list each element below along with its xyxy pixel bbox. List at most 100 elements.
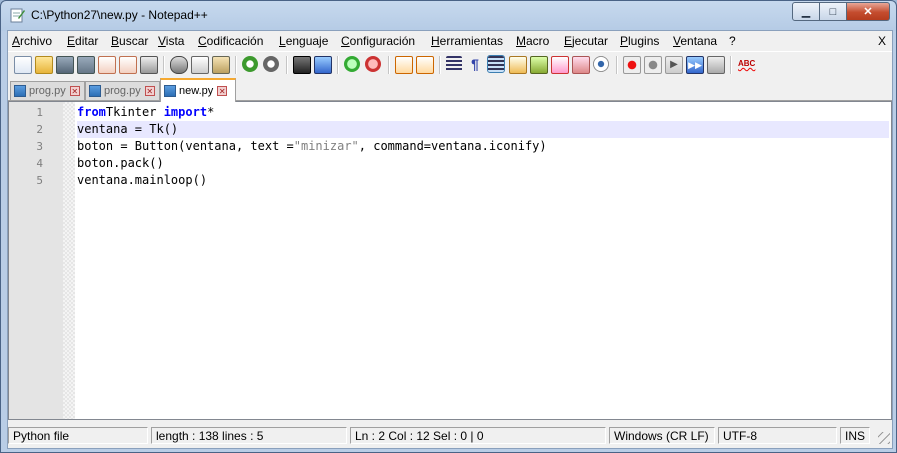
status-file-type: Python file: [8, 427, 148, 444]
title-bar[interactable]: C:\Python27\new.py - Notepad++ ▁ □ ✕: [1, 1, 896, 29]
save-all-icon[interactable]: [77, 56, 95, 74]
code-line[interactable]: ventana.mainloop(): [77, 172, 889, 189]
play-macro-icon[interactable]: ▶: [665, 56, 683, 74]
file-icon: [164, 85, 176, 97]
file-icon: [14, 85, 26, 97]
menu-macro[interactable]: Macro: [516, 34, 549, 48]
tab-close-icon[interactable]: ✕: [217, 86, 228, 96]
close-icon: ✕: [863, 6, 873, 18]
record-macro-icon[interactable]: [623, 56, 641, 74]
spell-check-icon[interactable]: ABC: [738, 56, 758, 72]
menu-vista[interactable]: Vista: [158, 34, 184, 48]
code-token: ventana.mainloop(): [77, 173, 208, 187]
code-token: *: [207, 105, 215, 119]
line-number: 1: [36, 106, 43, 119]
window-title: C:\Python27\new.py - Notepad++: [31, 8, 208, 22]
copy-icon[interactable]: [191, 56, 209, 74]
code-line[interactable]: boton.pack(): [77, 155, 889, 172]
minimize-button[interactable]: ▁: [792, 2, 820, 21]
tab-prog-py-1[interactable]: prog.py ✕: [10, 81, 85, 100]
code-token: boton.pack(): [77, 156, 164, 170]
run-macro-multiple-icon[interactable]: ▶▶: [686, 56, 704, 74]
doc-map-icon[interactable]: [530, 56, 548, 74]
replace-icon[interactable]: [314, 56, 332, 74]
tab-label: new.py: [179, 85, 214, 97]
new-file-icon[interactable]: [14, 56, 32, 74]
code-token: , command=ventana.iconify): [358, 139, 547, 153]
folder-workspace-icon[interactable]: [572, 56, 590, 74]
undo-icon[interactable]: [242, 56, 258, 72]
tab-close-icon[interactable]: ✕: [144, 86, 155, 96]
code-token: "minizar": [293, 139, 359, 153]
menu-bar: Archivo Editar Buscar Vista Codificación…: [8, 31, 892, 50]
tab-label: prog.py: [104, 85, 141, 97]
open-file-icon[interactable]: [35, 56, 53, 74]
menu-archivo[interactable]: Archivo: [12, 34, 52, 48]
code-line[interactable]: boton = Button(ventana, text ="minizar",…: [77, 138, 889, 155]
menu-lenguaje[interactable]: Lenguaje: [279, 34, 328, 48]
zoom-out-icon[interactable]: [365, 56, 381, 72]
status-insert-mode: INS: [840, 427, 870, 444]
client-area: Archivo Editar Buscar Vista Codificación…: [7, 30, 893, 449]
code-line[interactable]: ventana = Tk(): [77, 121, 889, 138]
zoom-in-icon[interactable]: [344, 56, 360, 72]
tab-new-py[interactable]: new.py ✕: [160, 78, 236, 102]
menu-configuracion[interactable]: Configuración: [341, 34, 415, 48]
function-list-icon[interactable]: [551, 56, 569, 74]
close-all-icon[interactable]: [119, 56, 137, 74]
show-all-chars-icon[interactable]: ¶: [467, 56, 483, 72]
tab-bar: prog.py ✕ prog.py ✕ new.py ✕: [8, 78, 892, 102]
sync-vertical-icon[interactable]: [395, 56, 413, 74]
file-icon: [89, 85, 101, 97]
code-token: import: [163, 105, 208, 119]
close-icon[interactable]: [98, 56, 116, 74]
status-length-lines: length : 138 lines : 5: [151, 427, 347, 444]
menu-editar[interactable]: Editar: [67, 34, 98, 48]
menu-herramientas[interactable]: Herramientas: [431, 34, 503, 48]
code-token: ventana = Tk(): [77, 122, 179, 136]
notepadpp-window: C:\Python27\new.py - Notepad++ ▁ □ ✕ Arc…: [0, 0, 897, 453]
code-token: from: [77, 105, 106, 119]
paste-icon[interactable]: [212, 56, 230, 74]
resize-grip-icon[interactable]: [878, 432, 890, 444]
minimize-icon: ▁: [801, 6, 811, 18]
tab-close-icon[interactable]: ✕: [69, 86, 80, 96]
line-number: 5: [36, 174, 43, 187]
menu-codificacion[interactable]: Codificación: [198, 34, 263, 48]
close-document-button[interactable]: X: [878, 34, 886, 48]
code-token: boton = Button(ventana, text =: [77, 139, 294, 153]
tab-prog-py-2[interactable]: prog.py ✕: [85, 81, 160, 100]
redo-icon[interactable]: [263, 56, 279, 72]
menu-ventana[interactable]: Ventana: [673, 34, 717, 48]
menu-plugins[interactable]: Plugins: [620, 34, 659, 48]
status-bar: Python file length : 138 lines : 5 Ln : …: [8, 425, 892, 447]
notepad-app-icon: [10, 8, 25, 23]
sync-horizontal-icon[interactable]: [416, 56, 434, 74]
status-position: Ln : 2 Col : 12 Sel : 0 | 0: [350, 427, 606, 444]
line-number: 4: [36, 157, 43, 170]
code-token: Tkinter: [105, 105, 164, 119]
toolbar: ¶ ▶ ▶▶ ABC: [8, 51, 892, 78]
indent-guide-icon[interactable]: [487, 55, 505, 73]
monitoring-icon[interactable]: [593, 56, 609, 72]
cut-icon[interactable]: [170, 56, 188, 74]
user-language-icon[interactable]: [509, 56, 527, 74]
code-line[interactable]: fromTkinter import*: [77, 104, 889, 121]
menu-help[interactable]: ?: [729, 34, 736, 48]
word-wrap-icon[interactable]: [446, 56, 462, 72]
line-number: 3: [36, 140, 43, 153]
save-macro-icon[interactable]: [707, 56, 725, 74]
stop-macro-icon[interactable]: [644, 56, 662, 74]
menu-ejecutar[interactable]: Ejecutar: [564, 34, 608, 48]
code-editor[interactable]: fromTkinter import* ventana = Tk() boton =…: [8, 101, 892, 420]
menu-buscar[interactable]: Buscar: [111, 34, 148, 48]
find-icon[interactable]: [293, 56, 311, 74]
save-icon[interactable]: [56, 56, 74, 74]
status-encoding: UTF-8: [718, 427, 837, 444]
tab-label: prog.py: [29, 85, 66, 97]
maximize-icon: □: [829, 5, 837, 18]
print-icon[interactable]: [140, 56, 158, 74]
line-number: 2: [36, 123, 43, 136]
close-window-button[interactable]: ✕: [847, 2, 890, 21]
maximize-button[interactable]: □: [820, 2, 847, 21]
